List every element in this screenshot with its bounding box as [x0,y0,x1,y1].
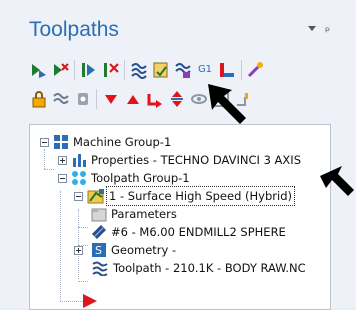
operation-folder-icon [87,188,105,204]
backplot-selected-icon[interactable] [129,60,149,80]
parameters-icon [91,206,107,222]
move-down-icon[interactable] [101,89,121,109]
toolbar-row-1: G1 [29,60,329,80]
regenerate-selected-icon[interactable] [79,60,99,80]
pin-icon[interactable]: ᵖ [325,24,330,38]
chevron-down-icon[interactable] [308,26,316,31]
toolpaths-panel: Toolpaths ᵖ G1 Machine Group-1 Propertie… [0,0,356,310]
toggle-posting-icon[interactable] [51,89,71,109]
help-icon[interactable] [245,60,265,80]
tool-display-icon[interactable] [73,89,93,109]
expand-toggle[interactable] [74,246,83,255]
machine-group-icon [53,134,69,150]
tree-item-toolpath[interactable]: Toolpath - 210.1K - BODY RAW.NC [113,259,306,277]
insert-arrow-icon[interactable] [145,89,165,109]
tree-item-operation[interactable]: 1 - Surface High Speed (Hybrid) [106,186,295,206]
tree-item-properties[interactable]: Properties - TECHNO DAVINCI 3 AXIS [91,151,301,169]
panel-title: Toolpaths [29,18,119,41]
pointer-arrow-icon [204,80,250,126]
verify-selected-icon[interactable] [151,60,171,80]
post-selected-icon[interactable]: G1 [195,60,215,80]
scroll-icon[interactable] [167,89,187,109]
geometry-icon: S [91,242,107,258]
select-all-operations-icon[interactable] [29,60,49,80]
svg-text:S: S [95,244,102,257]
collapse-toggle[interactable] [40,138,49,147]
tree-item-toolpath-group[interactable]: Toolpath Group-1 [91,169,190,187]
tree-item-geometry[interactable]: Geometry - [111,241,176,259]
pointer-arrow-icon [318,162,356,202]
lock-icon[interactable] [29,89,49,109]
collapse-toggle[interactable] [74,192,83,201]
toolpath-icon [91,260,109,277]
toggle-display-icon[interactable] [217,60,237,80]
tree-item-parameters[interactable]: Parameters [111,205,177,223]
regenerate-dirty-icon[interactable] [101,60,121,80]
simulate-icon[interactable] [173,60,193,80]
tree-item-tool[interactable]: #6 - M6.00 ENDMILL2 SPHERE [111,223,286,241]
deselect-all-operations-icon[interactable] [51,60,71,80]
tool-icon [91,224,107,240]
properties-icon [71,152,87,168]
move-up-icon[interactable] [123,89,143,109]
insert-arrow-marker[interactable] [82,293,98,309]
operations-tree[interactable]: Machine Group-1 Properties - TECHNO DAVI… [29,124,331,310]
toolbar-row-2 [29,89,329,109]
expand-toggle[interactable] [58,156,67,165]
tree-item-machine-group[interactable]: Machine Group-1 [73,133,171,151]
toolpath-group-icon [71,170,87,186]
collapse-toggle[interactable] [58,174,67,183]
